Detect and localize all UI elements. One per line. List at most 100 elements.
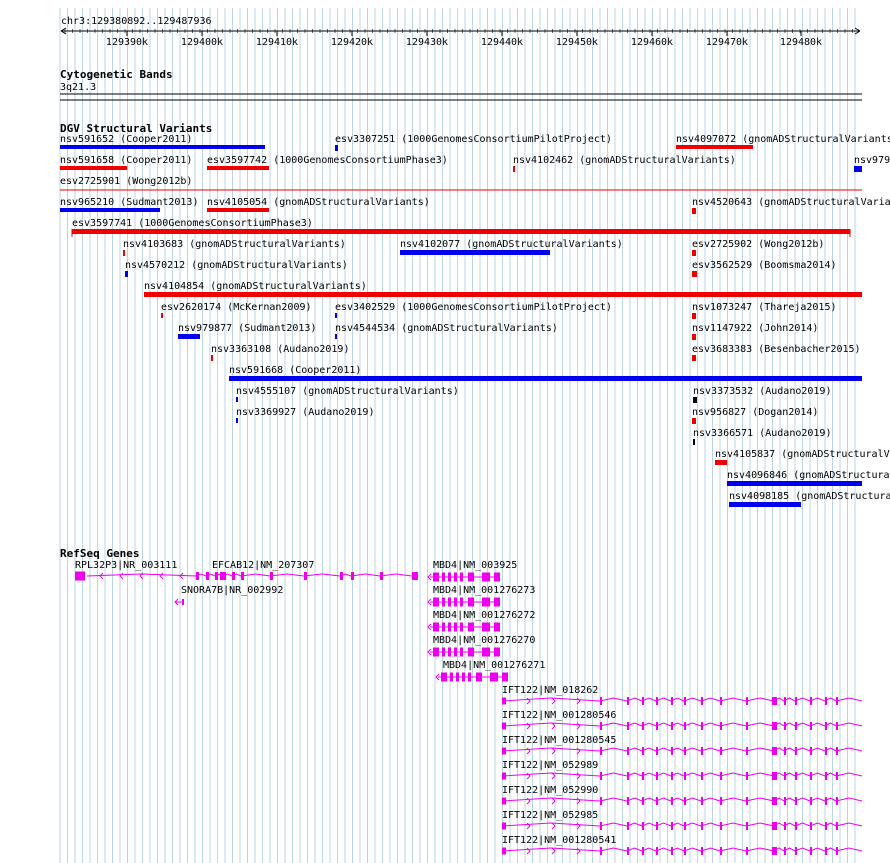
refseq-gene[interactable]: MBD4|NM_001276270: [427, 635, 535, 657]
refseq-gene[interactable]: MBD4|NM_003925: [427, 560, 517, 582]
refseq-gene-label: MBD4|NM_001276272: [433, 610, 535, 621]
dgv-feature[interactable]: esv3562529 (Boomsma2014): [692, 260, 837, 277]
dgv-feature-label: nsv4104854 (gnomADStructuralVariants): [144, 281, 367, 292]
dgv-feature[interactable]: nsv4097072 (gnomADStructuralVariants): [676, 134, 890, 149]
dgv-feature[interactable]: nsv979: [854, 155, 890, 172]
ruler-tick-label: 129400k: [181, 37, 223, 48]
dgv-feature[interactable]: nsv4102077 (gnomADStructuralVariants): [400, 239, 623, 255]
dgv-feature-bar: [207, 166, 269, 170]
refseq-gene-label: MBD4|NM_001276271: [443, 660, 545, 671]
refseq-genes: RPL32P3|NR_003111 EFCAB12|NM_207307 SNORA7…: [75, 560, 863, 855]
dgv-feature[interactable]: nsv1147922 (John2014): [692, 323, 818, 340]
dgv-feature-label: esv3562529 (Boomsma2014): [692, 260, 837, 271]
dgv-feature-bar: [335, 334, 337, 339]
ruler-tick-label: 129410k: [256, 37, 298, 48]
dgv-feature[interactable]: esv2725902 (Wong2012b): [692, 239, 824, 256]
dgv-feature-label: nsv4102077 (gnomADStructuralVariants): [400, 239, 623, 250]
dgv-feature[interactable]: nsv591652 (Cooper2011): [60, 134, 265, 149]
dgv-feature-bar: [692, 271, 697, 277]
refseq-gene[interactable]: MBD4|NM_001276273: [427, 585, 535, 607]
dgv-feature-label: nsv591652 (Cooper2011): [60, 134, 192, 145]
dgv-feature[interactable]: nsv956827 (Dogan2014): [692, 407, 818, 424]
dgv-feature-label: esv3402529 (1000GenomesConsortiumPilotPr…: [335, 302, 612, 313]
dgv-feature[interactable]: nsv3369927 (Audano2019): [236, 407, 374, 423]
dgv-feature-label: nsv979877 (Sudmant2013): [178, 323, 316, 334]
ruler-tick-label: 129430k: [406, 37, 448, 48]
dgv-feature-bar: [692, 208, 696, 214]
dgv-feature-bar: [715, 460, 727, 465]
dgv-feature-bar: [693, 397, 697, 403]
dgv-feature[interactable]: nsv965210 (Sudmant2013): [60, 197, 198, 212]
ruler-tick-label: 129450k: [556, 37, 598, 48]
refseq-gene-label: SNORA7B|NR_002992: [181, 585, 283, 596]
refseq-gene-label: IFT122|NM_018262: [502, 685, 598, 696]
refseq-gene-label: RPL32P3|NR_003111: [75, 560, 177, 571]
refseq-gene-label: IFT122|NM_001280546: [502, 710, 616, 721]
dgv-feature[interactable]: nsv3363108 (Audano2019): [211, 344, 349, 361]
dgv-feature[interactable]: nsv4555107 (gnomADStructuralVariants): [236, 386, 459, 402]
dgv-feature[interactable]: nsv4103683 (gnomADStructuralVariants): [123, 239, 346, 256]
dgv-feature-label: nsv1147922 (John2014): [692, 323, 818, 334]
dgv-feature-label: nsv4098185 (gnomADStructuralVariants): [729, 491, 890, 502]
dgv-feature[interactable]: nsv4096846 (gnomADStructuralVariants): [727, 470, 890, 486]
dgv-feature-bar: [211, 355, 213, 361]
dgv-feature-bar: [229, 376, 862, 381]
dgv-feature[interactable]: nsv591668 (Cooper2011): [229, 365, 862, 381]
dgv-feature-label: nsv4103683 (gnomADStructuralVariants): [123, 239, 346, 250]
dgv-feature-bar: [236, 418, 238, 423]
dgv-feature-label: nsv4102462 (gnomADStructuralVariants): [513, 155, 736, 166]
dgv-feature-label: nsv965210 (Sudmant2013): [60, 197, 198, 208]
dgv-feature-label: nsv4555107 (gnomADStructuralVariants): [236, 386, 459, 397]
dgv-feature[interactable]: esv3683383 (Besenbacher2015): [692, 344, 861, 361]
refseq-gene-label: MBD4|NM_001276273: [433, 585, 535, 596]
refseq-gene-label: MBD4|NM_003925: [433, 560, 517, 571]
dgv-feature-bar: [513, 166, 515, 172]
dgv-feature-bar: [692, 250, 696, 256]
refseq-gene[interactable]: MBD4|NM_001276271: [435, 660, 545, 682]
dgv-feature-bar: [125, 271, 128, 277]
dgv-feature[interactable]: esv2620174 (McKernan2009): [161, 302, 312, 318]
ruler-tick-label: 129460k: [631, 37, 673, 48]
dgv-feature[interactable]: nsv4570212 (gnomADStructuralVariants): [125, 260, 348, 277]
dgv-feature-label: nsv4105837 (gnomADStructuralVariants): [715, 449, 890, 460]
dgv-feature-bar: [236, 397, 238, 402]
ruler-tick-label: 129470k: [706, 37, 748, 48]
dgv-feature[interactable]: nsv3373532 (Audano2019): [693, 386, 831, 403]
refseq-gene[interactable]: SNORA7B|NR_002992: [174, 585, 283, 606]
dgv-feature[interactable]: nsv4102462 (gnomADStructuralVariants): [513, 155, 736, 172]
dgv-feature-label: nsv956827 (Dogan2014): [692, 407, 818, 418]
dgv-feature[interactable]: esv3597741 (1000GenomesConsortiumPhase3): [72, 218, 850, 234]
dgv-feature-label: nsv4096846 (gnomADStructuralVariants): [727, 470, 890, 481]
cytoband-title: Cytogenetic Bands: [60, 68, 173, 81]
dgv-feature-bar: [676, 145, 753, 149]
dgv-feature-label: nsv4097072 (gnomADStructuralVariants): [676, 134, 890, 145]
refseq-gene[interactable]: MBD4|NM_001276272: [427, 610, 535, 632]
refseq-gene-label: EFCAB12|NM_207307: [212, 560, 314, 571]
dgv-feature-bar: [178, 334, 200, 339]
dgv-feature-bar: [692, 313, 696, 319]
dgv-feature-label: nsv3363108 (Audano2019): [211, 344, 349, 355]
dgv-feature-bar: [144, 292, 862, 297]
dgv-feature-bar: [692, 418, 696, 424]
dgv-feature[interactable]: nsv1073247 (Thareja2015): [692, 302, 837, 319]
dgv-feature-bar: [692, 334, 696, 340]
dgv-feature-label: esv2725902 (Wong2012b): [692, 239, 824, 250]
refseq-gene-label: MBD4|NM_001276270: [433, 635, 535, 646]
dgv-feature[interactable]: nsv4544534 (gnomADStructuralVariants): [335, 323, 558, 339]
dgv-feature-bar: [335, 313, 337, 318]
dgv-feature[interactable]: esv2725901 (Wong2012b): [60, 176, 192, 187]
dgv-feature-label: nsv4570212 (gnomADStructuralVariants): [125, 260, 348, 271]
dgv-feature[interactable]: nsv3366571 (Audano2019): [693, 428, 831, 445]
dgv-feature[interactable]: nsv4520643 (gnomADStructuralVariants): [692, 197, 890, 214]
ruler-track: chr3:129380892..129487936 129390k 129400k…: [60, 16, 861, 48]
dgv-feature-label: nsv591658 (Cooper2011): [60, 155, 192, 166]
cytoband-label: 3q21.3: [60, 82, 96, 93]
ruler-tick-label: 129440k: [481, 37, 523, 48]
dgv-feature-label: esv2620174 (McKernan2009): [161, 302, 312, 313]
refseq-gene-label: IFT122|NM_052989: [502, 760, 598, 771]
dgv-feature-label: esv3597741 (1000GenomesConsortiumPhase3): [72, 218, 313, 229]
dgv-feature-bar: [60, 166, 127, 170]
dgv-feature[interactable]: nsv4105054 (gnomADStructuralVariants): [207, 197, 430, 212]
dgv-feature-bar: [727, 481, 862, 486]
dgv-feature[interactable]: esv3597742 (1000GenomesConsortiumPhase3): [207, 155, 448, 170]
